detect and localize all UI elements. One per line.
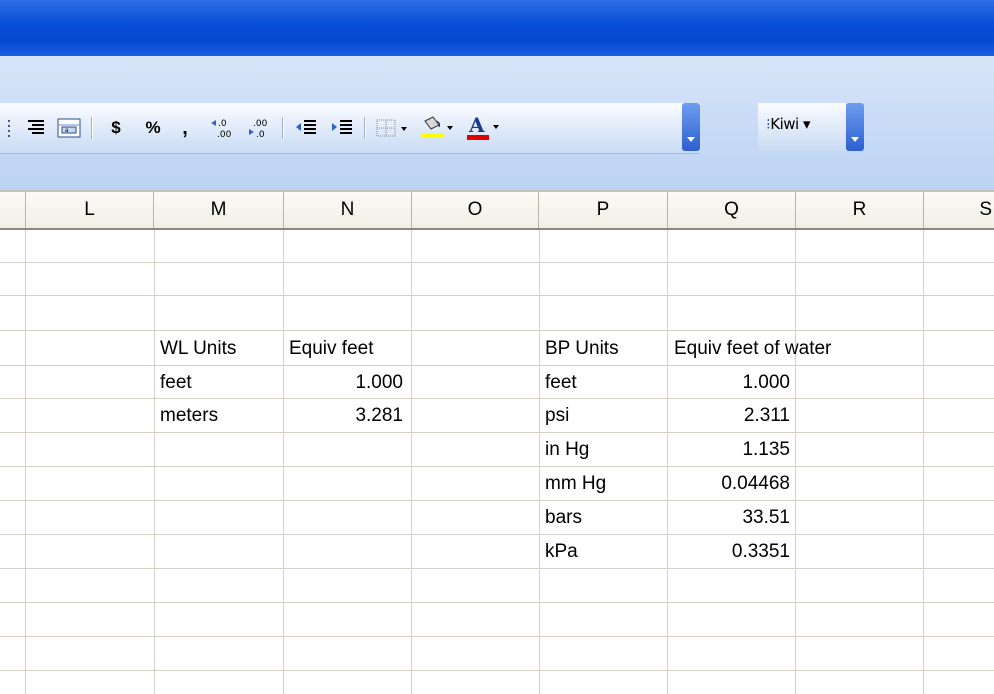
bp-value-cell[interactable]: 0.3351 xyxy=(674,535,790,568)
column-header-L[interactable]: L xyxy=(26,192,154,228)
column-header-O[interactable]: O xyxy=(412,192,539,228)
bp-equiv-header[interactable]: Equiv feet of water xyxy=(674,332,831,365)
gridline xyxy=(0,365,994,366)
increase-decimal-icon[interactable]: .0.00 xyxy=(206,113,240,143)
gridline xyxy=(0,466,994,467)
column-header-M[interactable]: M xyxy=(154,192,284,228)
gridline xyxy=(923,230,924,694)
window-title-bar xyxy=(0,0,994,56)
fill-color-swatch xyxy=(421,133,443,138)
gridline xyxy=(0,398,994,399)
bp-unit-cell[interactable]: psi xyxy=(545,399,569,432)
gridline xyxy=(0,534,994,535)
borders-icon[interactable] xyxy=(372,113,414,143)
bp-value-cell[interactable]: 0.04468 xyxy=(674,467,790,500)
bp-value-cell[interactable]: 2.311 xyxy=(674,399,790,432)
gridline xyxy=(0,568,994,569)
bp-unit-cell[interactable]: mm Hg xyxy=(545,467,606,500)
column-header-S[interactable]: S xyxy=(924,192,994,228)
bp-units-header[interactable]: BP Units xyxy=(545,332,619,365)
comma-style-button[interactable]: , xyxy=(172,113,198,143)
column-header-N[interactable]: N xyxy=(284,192,412,228)
bp-unit-cell[interactable]: in Hg xyxy=(545,433,589,466)
gridline xyxy=(0,670,994,671)
kiwi-toolbar: ⁝Kiwi ▾ xyxy=(758,103,846,151)
column-header-row: L M N O P Q R S xyxy=(0,190,994,230)
gridline xyxy=(795,230,796,694)
column-header-Q[interactable]: Q xyxy=(668,192,796,228)
wl-equiv-header[interactable]: Equiv feet xyxy=(289,332,374,365)
column-header-P[interactable]: P xyxy=(539,192,668,228)
toolbar-options-button[interactable] xyxy=(682,103,700,151)
currency-style-button[interactable]: $ xyxy=(102,113,130,143)
svg-text:.00: .00 xyxy=(217,130,232,140)
toolbar-grip[interactable] xyxy=(4,113,14,143)
bp-unit-cell[interactable]: bars xyxy=(545,501,582,534)
bp-unit-cell[interactable]: feet xyxy=(545,366,577,399)
kiwi-toolbar-options-button[interactable] xyxy=(846,103,864,151)
toolbar-separator xyxy=(282,117,283,139)
svg-text:.00: .00 xyxy=(253,119,268,129)
font-color-icon[interactable]: A xyxy=(462,113,506,143)
kiwi-menu-label: Kiwi ▾ xyxy=(770,115,811,133)
formatting-toolbar: a $ % , .0.00 .00.0 A xyxy=(0,103,700,154)
bp-value-cell[interactable]: 1.000 xyxy=(674,366,790,399)
gridline xyxy=(0,262,994,263)
gridline xyxy=(411,230,412,694)
toolbar-separator xyxy=(364,117,365,139)
gridline xyxy=(539,230,540,694)
merge-and-center-icon[interactable]: a xyxy=(52,113,86,143)
wl-value-cell[interactable]: 1.000 xyxy=(289,366,403,399)
worksheet-grid[interactable]: L M N O P Q R S WL Units Equiv feet feet… xyxy=(0,190,994,694)
gridline xyxy=(0,500,994,501)
toolbar-separator xyxy=(91,117,92,139)
gridline xyxy=(0,295,994,296)
decrease-decimal-icon[interactable]: .00.0 xyxy=(242,113,276,143)
bp-value-cell[interactable]: 33.51 xyxy=(674,501,790,534)
svg-text:A: A xyxy=(468,114,485,137)
wl-units-header[interactable]: WL Units xyxy=(160,332,236,365)
align-right-icon[interactable] xyxy=(20,113,50,143)
gridline xyxy=(0,330,994,331)
percent-style-button[interactable]: % xyxy=(138,113,168,143)
gridline xyxy=(0,602,994,603)
gridline xyxy=(283,230,284,694)
decrease-indent-icon[interactable] xyxy=(290,113,322,143)
column-header-R[interactable]: R xyxy=(796,192,924,228)
kiwi-menu-button[interactable]: ⁝Kiwi ▾ xyxy=(766,115,811,133)
wl-value-cell[interactable]: 3.281 xyxy=(289,399,403,432)
bp-value-cell[interactable]: 1.135 xyxy=(674,433,790,466)
gridline xyxy=(25,230,26,694)
bp-unit-cell[interactable]: kPa xyxy=(545,535,578,568)
gridline xyxy=(154,230,155,694)
fill-color-icon[interactable] xyxy=(416,113,460,143)
column-header-partial[interactable] xyxy=(0,192,26,228)
wl-unit-cell[interactable]: feet xyxy=(160,366,192,399)
svg-text:.0: .0 xyxy=(218,119,227,129)
wl-unit-cell[interactable]: meters xyxy=(160,399,218,432)
gridline xyxy=(0,432,994,433)
increase-indent-icon[interactable] xyxy=(326,113,358,143)
gridline xyxy=(0,636,994,637)
svg-text:.0: .0 xyxy=(256,130,265,140)
gridline xyxy=(667,230,668,694)
